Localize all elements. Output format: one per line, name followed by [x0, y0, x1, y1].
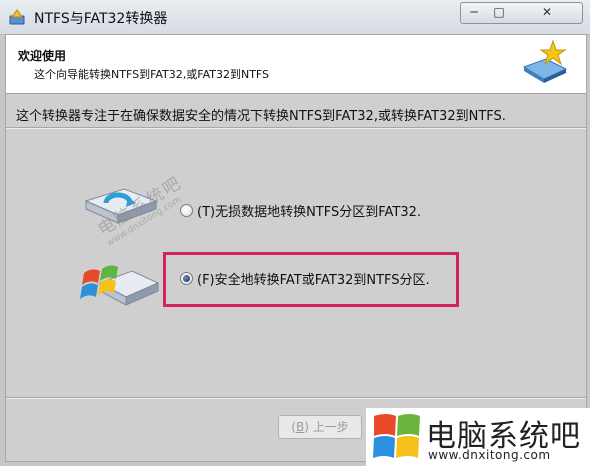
header-subtitle: 这个向导能转换NTFS到FAT32,或FAT32到NTFS	[34, 68, 270, 81]
close-button[interactable]: ✕	[512, 2, 583, 24]
divider	[6, 397, 586, 399]
wizard-dialog: 欢迎使用 这个向导能转换NTFS到FAT32,或FAT32到NTFS 这个转换器…	[5, 34, 587, 462]
window-title: NTFS与FAT32转换器	[34, 11, 168, 27]
highlight-box	[163, 252, 459, 307]
drive-windows-icon	[80, 265, 160, 306]
option-ntfs-to-fat32[interactable]: (T)无损数据地转换NTFS分区到FAT32.	[180, 201, 421, 220]
minimize-button[interactable]: ─	[460, 2, 488, 24]
title-bar[interactable]: NTFS与FAT32转换器 ─ □ ✕	[0, 0, 590, 35]
radio-ntfs-to-fat32[interactable]	[180, 204, 193, 217]
option-ntfs-to-fat32-label[interactable]: (T)无损数据地转换NTFS分区到FAT32.	[197, 201, 421, 220]
back-button[interactable]: (B) 上一步	[278, 415, 362, 439]
app-icon	[9, 9, 25, 25]
back-mnemonic: B	[295, 420, 305, 434]
back-label: 上一步	[312, 420, 349, 434]
wizard-star-icon	[522, 39, 568, 83]
divider	[6, 127, 586, 129]
maximize-button[interactable]: □	[486, 2, 513, 24]
brand-overlay: 电脑系统吧 www.dnxitong.com	[366, 408, 590, 466]
header-title: 欢迎使用	[18, 49, 67, 63]
brand-url: www.dnxitong.com	[428, 448, 551, 462]
watermark: 电脑系统吧 www.dnxitong.com	[92, 169, 191, 249]
windows-logo-icon	[373, 414, 420, 458]
wizard-header: 欢迎使用 这个向导能转换NTFS到FAT32,或FAT32到NTFS	[6, 35, 586, 94]
description-text: 这个转换器专注于在确保数据安全的情况下转换NTFS到FAT32,或转换FAT32…	[16, 109, 506, 124]
